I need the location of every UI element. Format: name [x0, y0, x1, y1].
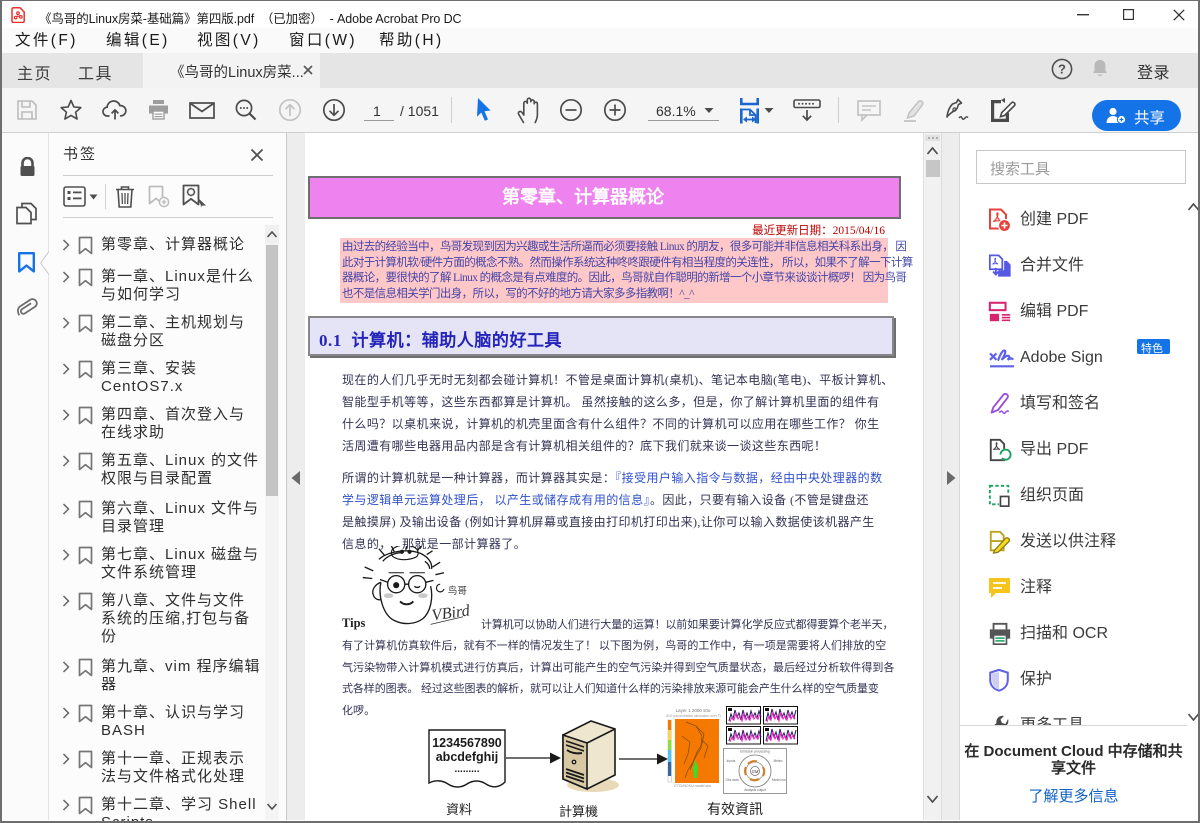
svg-text:Inputs: Inputs	[727, 759, 736, 763]
svg-text:CTCI/NCKU model sim.: CTCI/NCKU model sim.	[674, 784, 712, 788]
svg-text:鸟哥: 鸟哥	[448, 585, 468, 597]
svg-text:abcdefghij: abcdefghij	[436, 750, 499, 764]
svg-text:Meteo: Meteo	[774, 759, 783, 763]
svg-text:VBird: VBird	[431, 601, 472, 624]
svg-text:Emission processing: Emission processing	[740, 750, 769, 754]
svg-text:GM: GM	[752, 769, 759, 774]
svg-text:Obs data: Obs data	[726, 778, 739, 782]
svg-text:?: ?	[1058, 62, 1066, 77]
svg-text:.........: .........	[454, 764, 479, 775]
svg-text:Layer 1 2000 s0u: Layer 1 2000 s0u	[676, 708, 711, 713]
svg-text:1234567890: 1234567890	[432, 736, 502, 750]
svg-text:Model run: Model run	[772, 778, 786, 782]
svg-text:Analysis output: Analysis output	[744, 788, 766, 792]
svg-text:PM10 concentration simulation: PM10 concentration simulation over TW	[666, 714, 721, 718]
